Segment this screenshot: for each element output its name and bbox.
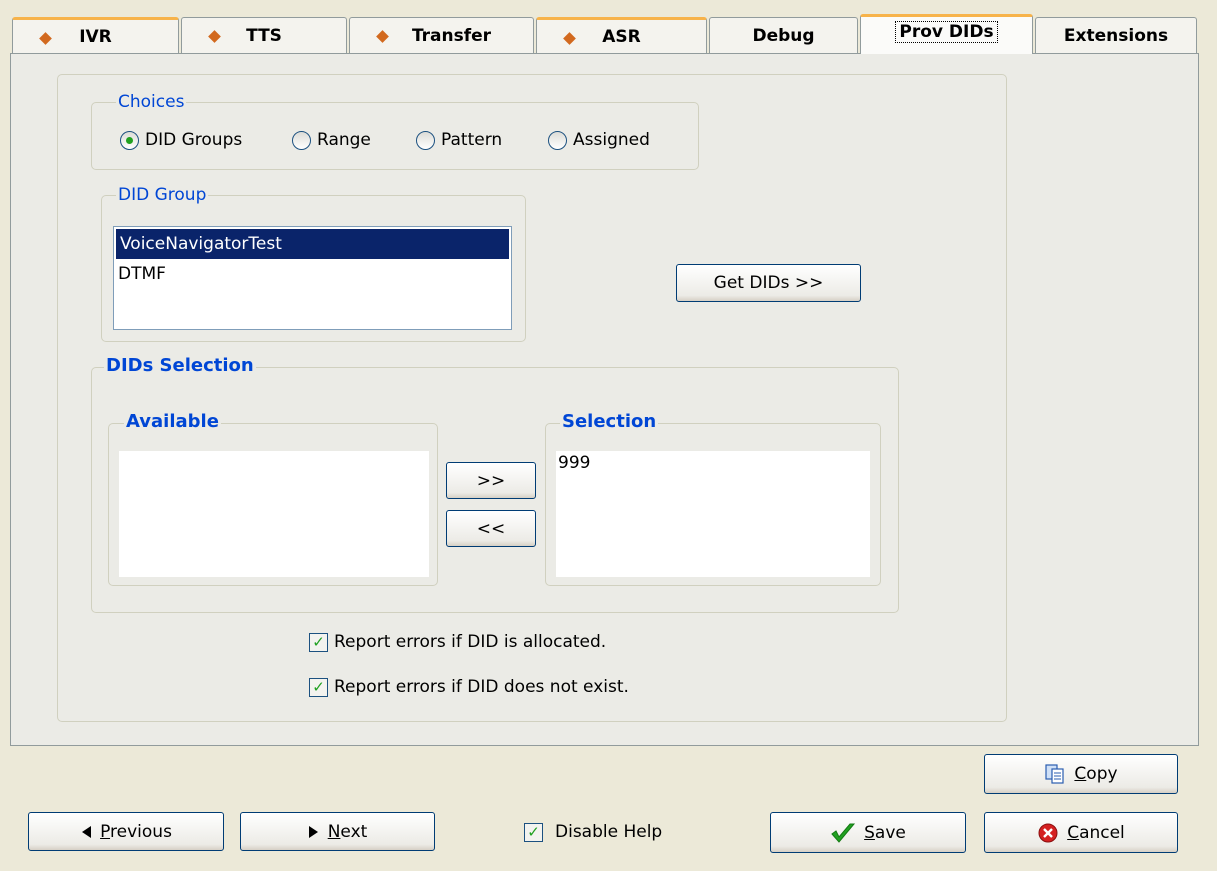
get-dids-button[interactable]: Get DIDs >>	[676, 264, 861, 302]
radio-label: Assigned	[573, 130, 650, 150]
cancel-label: Cancel	[1067, 822, 1125, 843]
radio-icon	[548, 130, 567, 150]
dids-selection-group: DIDs Selection Available >> << Selection…	[91, 356, 899, 613]
diamond-icon	[376, 30, 389, 43]
cancel-button[interactable]: Cancel	[984, 812, 1178, 853]
tab-label: TTS	[246, 25, 282, 46]
tab-debug[interactable]: Debug	[709, 17, 858, 53]
tab-label: Extensions	[1063, 25, 1169, 46]
did-group-legend: DID Group	[116, 185, 209, 205]
list-item[interactable]: 999	[556, 451, 870, 475]
previous-button[interactable]: Previous	[28, 812, 224, 851]
radio-selected-icon	[120, 130, 139, 150]
copy-label: Copy	[1074, 764, 1118, 784]
available-listbox[interactable]	[119, 451, 429, 577]
radio-label: Pattern	[441, 130, 503, 150]
check-icon: ✓	[524, 822, 543, 842]
diamond-icon	[208, 30, 221, 43]
radio-icon	[292, 130, 311, 150]
radio-did-groups[interactable]: DID Groups	[120, 130, 242, 150]
remove-selection-label: <<	[476, 518, 506, 539]
previous-label: Previous	[100, 821, 172, 842]
tab-label: ASR	[602, 26, 641, 47]
left-arrow-icon	[82, 825, 92, 838]
list-item[interactable]: DTMF	[114, 259, 511, 289]
tab-label: Prov DIDs	[895, 20, 998, 43]
checkbox-label: Report errors if DID is allocated.	[334, 632, 607, 652]
diamond-icon	[563, 32, 576, 45]
report-not-exist-checkbox[interactable]: ✓ Report errors if DID does not exist.	[309, 677, 629, 697]
available-legend: Available	[124, 411, 221, 432]
save-label: Save	[864, 822, 906, 843]
remove-selection-button[interactable]: <<	[446, 510, 536, 547]
add-selection-label: >>	[476, 470, 506, 491]
right-arrow-icon	[308, 825, 318, 838]
radio-pattern[interactable]: Pattern	[416, 130, 502, 150]
radio-label: Range	[317, 130, 371, 150]
did-group-group: DID Group VoiceNavigatorTest DTMF	[101, 185, 526, 342]
tab-label: Debug	[752, 25, 815, 46]
prov-dids-panel: Choices DID Groups Range Pattern Assigne…	[10, 53, 1199, 746]
tab-tts[interactable]: TTS	[181, 17, 347, 53]
checkbox-label: Report errors if DID does not exist.	[334, 677, 629, 697]
check-icon: ✓	[309, 632, 328, 652]
tab-ivr[interactable]: IVR	[12, 17, 179, 53]
list-item[interactable]: VoiceNavigatorTest	[116, 229, 509, 259]
checkmark-icon	[831, 823, 856, 843]
did-group-listbox[interactable]: VoiceNavigatorTest DTMF	[113, 226, 512, 330]
tab-extensions[interactable]: Extensions	[1035, 17, 1197, 53]
radio-range[interactable]: Range	[292, 130, 371, 150]
available-group: Available	[108, 412, 438, 586]
diamond-icon	[39, 32, 52, 45]
copy-button[interactable]: Copy	[984, 754, 1178, 794]
choices-group: Choices DID Groups Range Pattern Assigne…	[91, 92, 699, 170]
copy-icon	[1045, 764, 1065, 784]
check-icon: ✓	[309, 677, 328, 697]
dids-selection-legend: DIDs Selection	[104, 355, 256, 376]
choices-legend: Choices	[116, 92, 187, 112]
selection-legend: Selection	[560, 411, 659, 432]
tab-transfer[interactable]: Transfer	[349, 17, 534, 53]
prov-dids-content: Choices DID Groups Range Pattern Assigne…	[57, 74, 1007, 722]
cancel-icon	[1038, 823, 1058, 842]
next-button[interactable]: Next	[240, 812, 435, 851]
tab-prov-dids[interactable]: Prov DIDs	[860, 14, 1033, 54]
selection-group: Selection 999	[545, 412, 881, 586]
disable-help-checkbox[interactable]: ✓ Disable Help	[524, 822, 662, 842]
get-dids-label: Get DIDs >>	[713, 273, 824, 293]
disable-help-label: Disable Help	[555, 822, 663, 842]
radio-assigned[interactable]: Assigned	[548, 130, 650, 150]
next-label: Next	[327, 821, 368, 842]
tab-label: Transfer	[411, 25, 492, 46]
radio-icon	[416, 130, 435, 150]
radio-label: DID Groups	[145, 130, 243, 150]
tab-label: IVR	[79, 26, 112, 47]
tab-asr[interactable]: ASR	[536, 17, 707, 53]
save-button[interactable]: Save	[770, 812, 966, 853]
report-allocated-checkbox[interactable]: ✓ Report errors if DID is allocated.	[309, 632, 606, 652]
selection-listbox[interactable]: 999	[556, 451, 870, 577]
add-selection-button[interactable]: >>	[446, 462, 536, 499]
